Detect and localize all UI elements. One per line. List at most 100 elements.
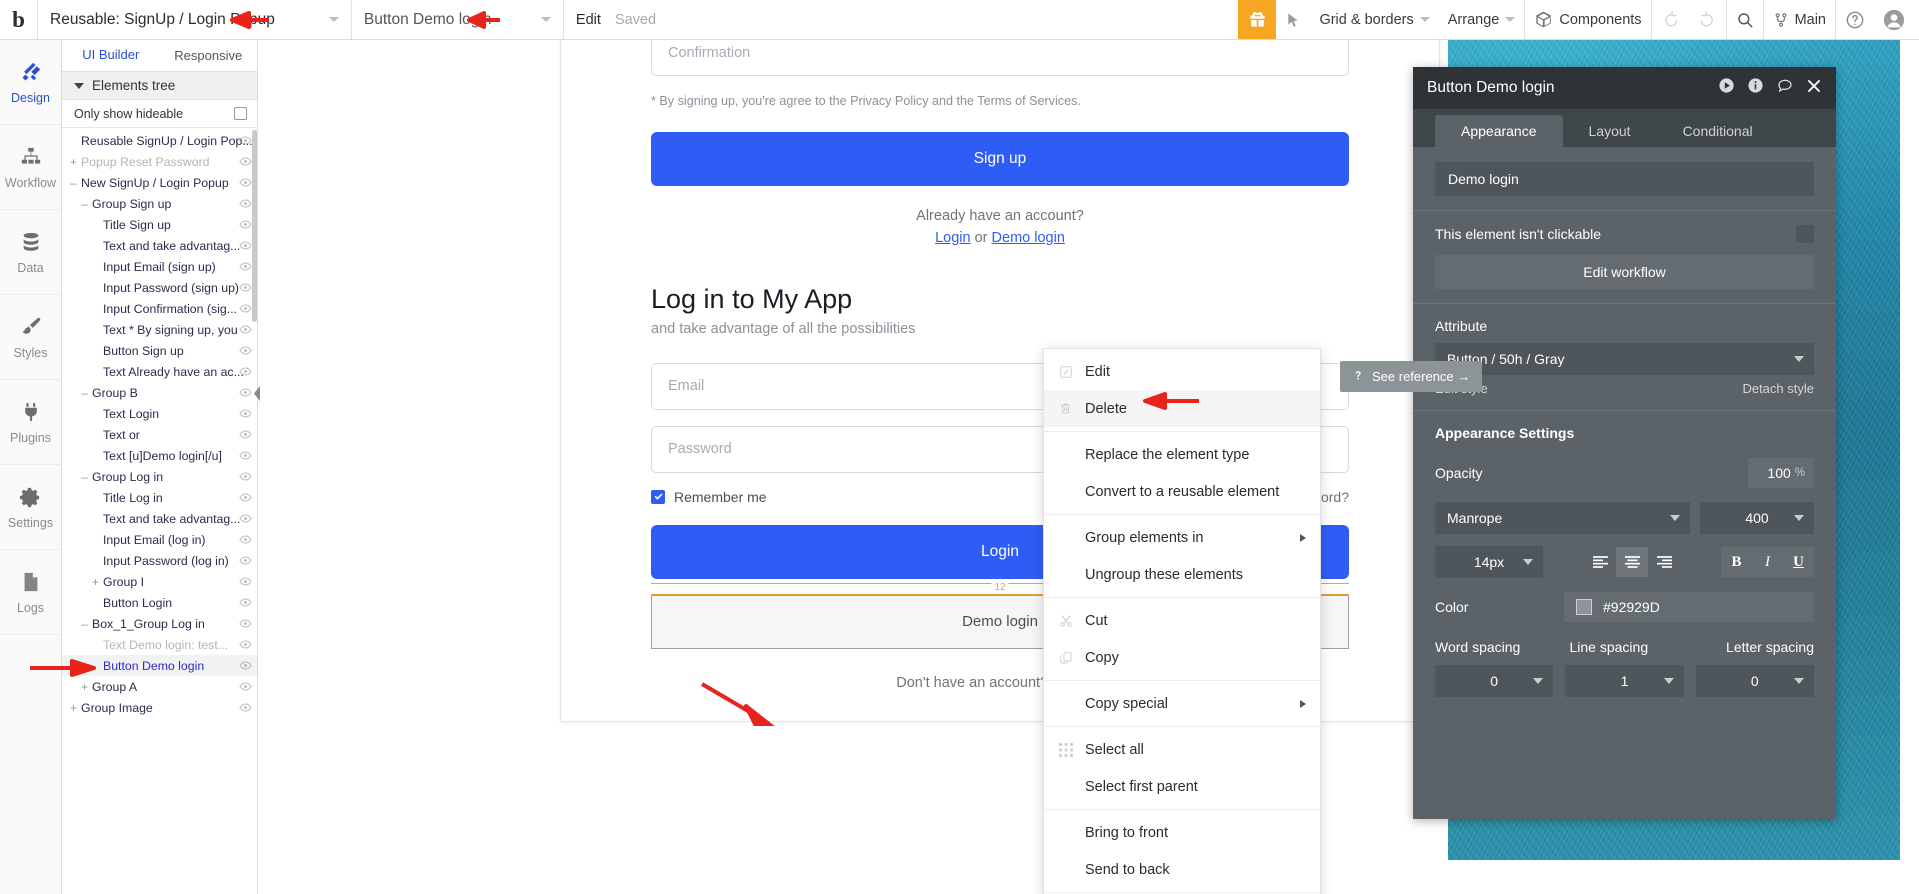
tab-ui-builder[interactable]: UI Builder xyxy=(62,40,160,71)
tab-conditional[interactable]: Conditional xyxy=(1657,115,1779,147)
edit-mode-link[interactable]: Edit xyxy=(576,12,601,28)
undo-button[interactable] xyxy=(1652,0,1689,39)
select-tool[interactable] xyxy=(1276,0,1310,39)
rail-item-settings[interactable]: Settings xyxy=(0,465,61,550)
tree-item-group-log-in[interactable]: – Group Log in xyxy=(62,466,257,487)
color-swatch[interactable] xyxy=(1576,599,1592,615)
panel-collapse-handle[interactable] xyxy=(251,380,263,406)
tree-item-group-sign-up[interactable]: – Group Sign up xyxy=(62,193,257,214)
tree-item-title-sign-up[interactable]: Title Sign up xyxy=(62,214,257,235)
context-menu-item-convert-to-a-reusable-element[interactable]: Convert to a reusable element xyxy=(1044,473,1320,510)
context-menu-item-copy-special[interactable]: Copy special xyxy=(1044,685,1320,722)
style-select[interactable]: Button / 50h / Gray xyxy=(1435,343,1814,375)
tree-item-group-i[interactable]: + Group I xyxy=(62,571,257,592)
tree-item-reusable-signup-login-pop[interactable]: Reusable SignUp / Login Pop... xyxy=(62,130,257,151)
button-text-field[interactable]: Demo login xyxy=(1435,162,1814,196)
comment-icon[interactable] xyxy=(1776,77,1794,100)
user-avatar[interactable] xyxy=(1874,0,1919,39)
tree-item-group-b[interactable]: – Group B xyxy=(62,382,257,403)
rail-item-logs[interactable]: Logs xyxy=(0,550,61,635)
tree-item-box-1-group-log-in[interactable]: – Box_1_Group Log in xyxy=(62,613,257,634)
elements-tree-header[interactable]: Elements tree xyxy=(62,72,257,100)
opacity-input[interactable]: 100 % xyxy=(1748,458,1814,488)
tree-item-button-login[interactable]: Button Login xyxy=(62,592,257,613)
tree-item-text-u-demo-login-u[interactable]: Text [u]Demo login[/u] xyxy=(62,445,257,466)
info-icon[interactable] xyxy=(1747,77,1764,99)
expand-icon[interactable]: + xyxy=(79,681,90,693)
context-menu-item-edit[interactable]: Edit xyxy=(1044,353,1320,390)
expand-icon[interactable]: + xyxy=(90,576,101,588)
confirmation-input[interactable]: Confirmation xyxy=(651,40,1349,76)
tree-item-group-image[interactable]: + Group Image xyxy=(62,697,257,718)
tree-item-input-password-sign-up[interactable]: Input Password (sign up) xyxy=(62,277,257,298)
align-center-icon[interactable] xyxy=(1616,547,1648,577)
breadcrumb-element[interactable]: Button Demo login xyxy=(352,0,564,39)
rail-item-styles[interactable]: Styles xyxy=(0,295,61,380)
only-show-hideable-checkbox[interactable] xyxy=(234,107,247,120)
context-menu-item-send-to-back[interactable]: Send to back xyxy=(1044,851,1320,888)
chevron-down-icon[interactable] xyxy=(328,17,339,22)
collapse-icon[interactable]: – xyxy=(79,387,90,399)
rail-item-plugins[interactable]: Plugins xyxy=(0,380,61,465)
tree-scrollbar[interactable] xyxy=(252,130,257,322)
tab-responsive[interactable]: Responsive xyxy=(160,40,258,71)
rail-item-design[interactable]: Design xyxy=(0,40,61,125)
login-link[interactable]: Login xyxy=(935,230,970,246)
font-size-select[interactable]: 14px xyxy=(1435,546,1543,578)
context-menu-item-ungroup-these-elements[interactable]: Ungroup these elements xyxy=(1044,556,1320,593)
edit-workflow-button[interactable]: Edit workflow xyxy=(1435,255,1814,289)
search-icon[interactable] xyxy=(1727,0,1763,39)
not-clickable-checkbox[interactable] xyxy=(1796,225,1814,243)
see-reference-button[interactable]: See reference → xyxy=(1340,361,1483,392)
italic-button[interactable]: I xyxy=(1752,547,1783,577)
tree-item-popup-reset-password[interactable]: + Popup Reset Password xyxy=(62,151,257,172)
context-menu-item-select-all[interactable]: Select all xyxy=(1044,731,1320,768)
word-spacing-select[interactable]: 0 xyxy=(1435,665,1554,697)
tree-item-input-password-log-in[interactable]: Input Password (log in) xyxy=(62,550,257,571)
arrange-menu[interactable]: Arrange xyxy=(1439,0,1525,39)
tree-item-button-sign-up[interactable]: Button Sign up xyxy=(62,340,257,361)
letter-spacing-select[interactable]: 0 xyxy=(1695,665,1814,697)
tree-item-input-email-sign-up[interactable]: Input Email (sign up) xyxy=(62,256,257,277)
underline-button[interactable]: U xyxy=(1783,547,1814,577)
collapse-icon[interactable]: – xyxy=(79,618,90,630)
tree-item-text-already-have-an-ac[interactable]: Text Already have an ac... xyxy=(62,361,257,382)
branch-selector[interactable]: Main xyxy=(1764,0,1835,39)
gift-icon[interactable] xyxy=(1238,0,1277,39)
expand-icon[interactable]: + xyxy=(68,156,79,168)
breadcrumb-reusable[interactable]: Reusable: SignUp / Login Popup xyxy=(38,0,352,39)
context-menu-item-bring-to-front[interactable]: Bring to front xyxy=(1044,814,1320,851)
collapse-icon[interactable]: – xyxy=(79,198,90,210)
context-menu-item-select-first-parent[interactable]: Select first parent xyxy=(1044,768,1320,805)
only-show-hideable-row[interactable]: Only show hideable xyxy=(62,100,257,128)
help-icon[interactable] xyxy=(1836,0,1874,39)
tree-item-input-email-log-in[interactable]: Input Email (log in) xyxy=(62,529,257,550)
context-menu-item-replace-the-element-type[interactable]: Replace the element type xyxy=(1044,436,1320,473)
tree-item-text-and-take-advantag[interactable]: Text and take advantag... xyxy=(62,235,257,256)
tab-layout[interactable]: Layout xyxy=(1563,115,1657,147)
line-spacing-select[interactable]: 1 xyxy=(1565,665,1684,697)
bubble-logo[interactable]: b xyxy=(0,0,38,39)
close-icon[interactable] xyxy=(1806,78,1822,99)
font-family-select[interactable]: Manrope xyxy=(1435,502,1690,534)
demo-login-link[interactable]: Demo login xyxy=(992,230,1065,246)
collapse-icon[interactable]: – xyxy=(79,471,90,483)
grid-borders-menu[interactable]: Grid & borders xyxy=(1310,0,1438,39)
preview-icon[interactable] xyxy=(1718,77,1735,99)
context-menu-item-delete[interactable]: Delete xyxy=(1044,390,1320,427)
align-left-icon[interactable] xyxy=(1584,547,1616,577)
tree-item-group-a[interactable]: + Group A xyxy=(62,676,257,697)
color-input[interactable]: #92929D xyxy=(1564,592,1814,622)
redo-button[interactable] xyxy=(1689,0,1726,39)
rail-item-workflow[interactable]: Workflow xyxy=(0,125,61,210)
tree-item-text-by-signing-up-you[interactable]: Text * By signing up, you xyxy=(62,319,257,340)
context-menu-item-group-elements-in[interactable]: Group elements in xyxy=(1044,519,1320,556)
signup-button[interactable]: Sign up xyxy=(651,131,1349,186)
tree-item-text-or[interactable]: Text or xyxy=(62,424,257,445)
rail-item-data[interactable]: Data xyxy=(0,210,61,295)
align-right-icon[interactable] xyxy=(1648,547,1680,577)
collapse-icon[interactable]: – xyxy=(68,177,79,189)
context-menu-item-copy[interactable]: Copy xyxy=(1044,639,1320,676)
tree-item-button-demo-login[interactable]: Button Demo login xyxy=(62,655,257,676)
tree-item-text-login[interactable]: Text Login xyxy=(62,403,257,424)
